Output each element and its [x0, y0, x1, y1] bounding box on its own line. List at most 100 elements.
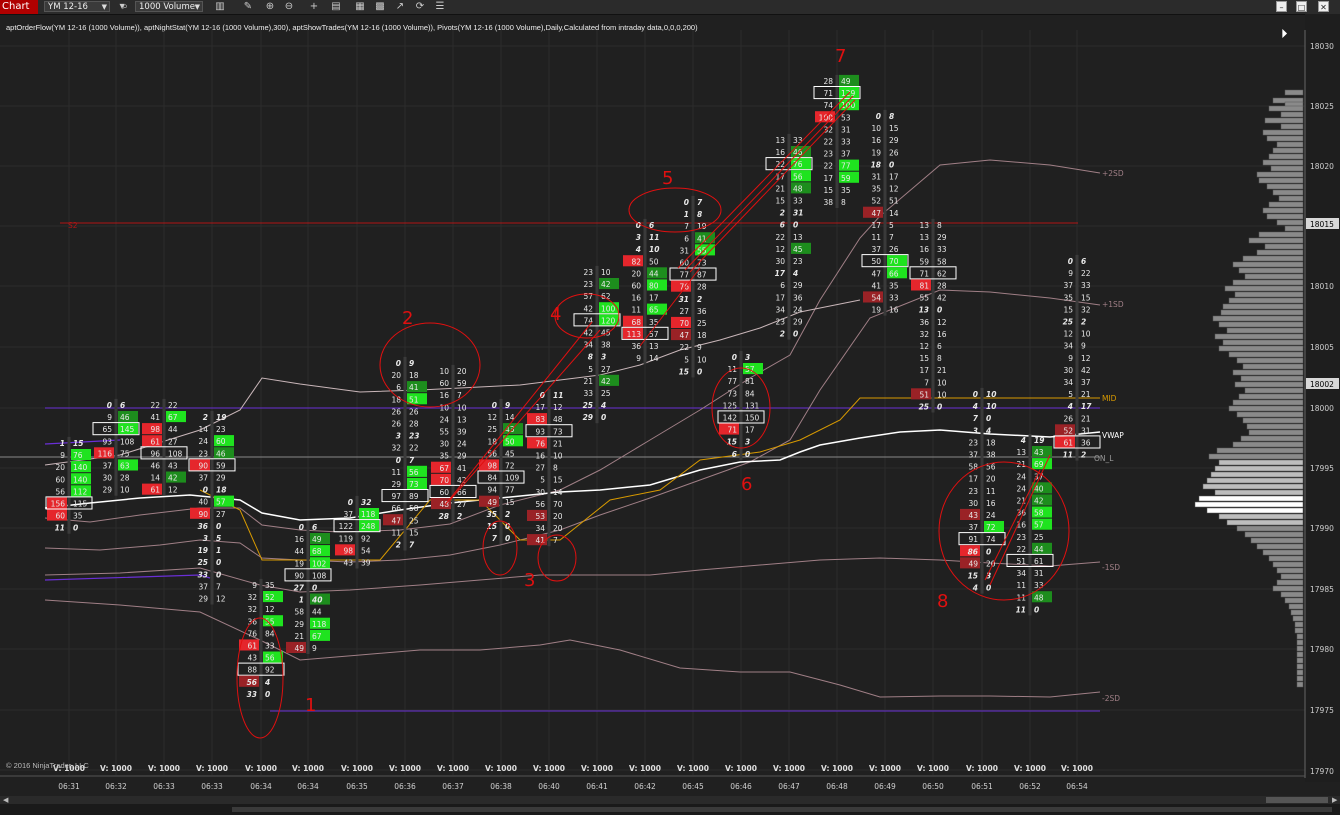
crosshair-icon[interactable]: +: [308, 1, 320, 13]
ask-volume: 57: [216, 498, 226, 507]
ask-volume: 131: [745, 401, 760, 410]
bid-volume: 22: [1016, 545, 1026, 554]
profile-bar: [1258, 231, 1304, 238]
properties-icon[interactable]: ▤: [330, 1, 342, 13]
ask-volume: 20: [986, 475, 996, 484]
ask-volume: 12: [265, 605, 275, 614]
ask-volume: 7: [216, 582, 221, 591]
bid-volume: 76: [247, 629, 257, 638]
menu-icon[interactable]: ☰: [434, 1, 446, 13]
ask-volume: 25: [601, 389, 611, 398]
volume-label: V: 1000: [100, 764, 132, 773]
ask-volume: 29: [457, 452, 467, 461]
bar-style-icon[interactable]: ▥: [214, 1, 226, 13]
ask-volume: 92: [361, 534, 371, 543]
profile-bar: [1296, 651, 1304, 658]
bid-volume: 60: [679, 259, 689, 268]
annotation-number: 4: [550, 304, 561, 325]
ask-volume: 26: [889, 245, 899, 254]
bid-volume: 37: [968, 523, 978, 532]
profile-bar: [1270, 165, 1304, 172]
ask-volume: 22: [1081, 269, 1091, 278]
drawing-tools-icon[interactable]: ↗: [394, 1, 406, 13]
ask-volume: 8: [841, 198, 846, 207]
ask-volume: 72: [505, 462, 515, 471]
profile-bar: [1202, 483, 1304, 490]
chart-tab[interactable]: Chart: [0, 0, 38, 14]
ask-volume: 27: [457, 500, 467, 509]
footprint-bar: 4 1913 4321 6924 3724 4021 4236 5816 5723 2522 445…: [1006, 433, 1054, 616]
ask-volume: 7: [409, 456, 415, 465]
profile-bar: [1218, 345, 1304, 352]
zoom-out-icon[interactable]: ⊖: [283, 1, 295, 13]
ask-volume: 44: [312, 608, 322, 617]
bid-volume: 54: [871, 294, 881, 303]
bid-volume: 49: [294, 644, 304, 653]
bid-volume: 98: [343, 546, 353, 555]
ask-volume: 23: [793, 257, 803, 266]
bid-volume: 16: [439, 391, 449, 400]
bar-type-selector[interactable]: 1000 Volume ▼: [135, 1, 203, 12]
scroll-thumb[interactable]: [1266, 797, 1328, 803]
pencil-icon[interactable]: ✎: [242, 1, 254, 13]
search-icon[interactable]: ⌕: [119, 1, 131, 13]
bid-volume: 1: [684, 210, 689, 219]
zoom-in-icon[interactable]: ⊕: [264, 1, 276, 13]
horizontal-scrollbar[interactable]: ◀ ▶: [0, 796, 1340, 804]
bid-volume: 47: [679, 331, 689, 340]
order-flow-chart[interactable]: +2SD+1SDMIDVWAPON_L-1SD-2SDS2 1 159 7620 14…: [0, 14, 1340, 796]
scroll-left-icon[interactable]: ◀: [3, 796, 8, 804]
bid-volume: 68: [631, 318, 641, 327]
profile-bar: [1256, 249, 1304, 256]
bid-volume: 16: [919, 245, 929, 254]
ask-volume: 87: [697, 271, 707, 280]
bid-volume: 25: [583, 401, 593, 410]
bid-volume: 55: [439, 428, 449, 437]
ask-volume: 20: [457, 367, 467, 376]
ask-volume: 33: [793, 136, 803, 145]
profile-bar: [1232, 261, 1304, 268]
profile-bar: [1272, 585, 1304, 592]
ask-volume: 25: [409, 516, 419, 525]
ask-volume: 36: [1081, 439, 1091, 448]
ask-volume: 29: [793, 318, 803, 327]
volume-label: V: 1000: [773, 764, 805, 773]
bar-type-value: 1000 Volume: [139, 2, 195, 12]
bar-spine: [691, 195, 695, 378]
bid-volume: 90: [294, 571, 304, 580]
bid-volume: 5: [588, 365, 593, 374]
profile-bar: [1296, 633, 1304, 640]
refresh-icon[interactable]: ⟳: [414, 1, 426, 13]
ask-volume: 9: [409, 359, 414, 368]
ask-volume: 26: [409, 407, 419, 416]
data-series-icon[interactable]: ▩: [374, 1, 386, 13]
profile-bar: [1272, 561, 1304, 568]
maximize-button[interactable]: □: [1296, 1, 1307, 12]
ask-volume: 10: [649, 245, 659, 254]
trend-line: [684, 95, 854, 271]
volume-label: V: 1000: [533, 764, 565, 773]
ask-volume: 32: [1081, 305, 1091, 314]
ask-volume: 73: [553, 427, 563, 436]
instrument-selector[interactable]: YM 12-16 ▼: [44, 1, 110, 12]
ask-volume: 25: [697, 319, 707, 328]
minimize-button[interactable]: –: [1276, 1, 1287, 12]
ask-volume: 67: [168, 413, 178, 422]
strategies-icon[interactable]: ▦: [354, 1, 366, 13]
annotation-number: 5: [662, 168, 673, 189]
ask-volume: 108: [168, 449, 183, 458]
ask-volume: 3: [601, 353, 606, 362]
bid-volume: 93: [535, 427, 545, 436]
profile-bar: [1228, 405, 1304, 412]
ask-volume: 3: [745, 438, 750, 447]
chevron-down-icon: ▼: [194, 3, 200, 11]
bid-volume: 0: [203, 486, 208, 495]
scroll-right-icon[interactable]: ▶: [1332, 796, 1337, 804]
ask-volume: 15: [73, 439, 83, 448]
close-button[interactable]: ✕: [1318, 1, 1329, 12]
profile-bar: [1284, 597, 1304, 604]
bid-volume: 0: [732, 353, 737, 362]
ask-volume: 7: [553, 536, 558, 545]
bar-spine: [355, 495, 359, 569]
bid-volume: 33: [583, 389, 593, 398]
